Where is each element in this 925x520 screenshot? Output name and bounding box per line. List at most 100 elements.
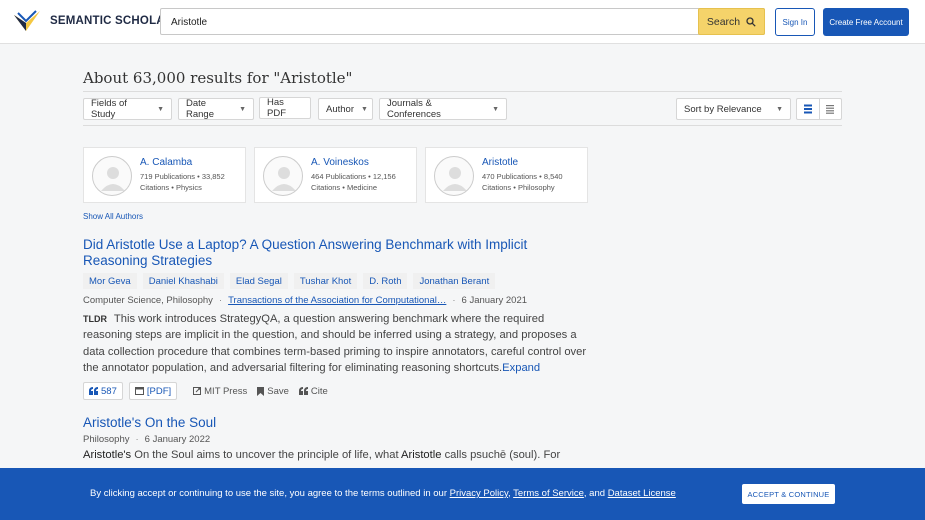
- chevron-down-icon: ▼: [157, 105, 164, 113]
- filter-bar: Fields of Study ▼ Date Range ▼ Has PDF Aut…: [83, 91, 842, 126]
- author-stats: 719 Publications • 33,852 Citations • Ph…: [140, 171, 240, 193]
- external-link-icon: [193, 387, 202, 395]
- logo-mark-icon: [12, 9, 42, 33]
- paper-venue-link[interactable]: Transactions of the Association for Comp…: [228, 295, 446, 306]
- author-stats-line: Citations • Philosophy: [482, 183, 555, 192]
- author-stats-line: Citations • Medicine: [311, 183, 377, 192]
- dataset-license-link[interactable]: Dataset License: [608, 488, 676, 499]
- fields-of-study-filter[interactable]: Fields of Study ▼: [83, 98, 172, 120]
- author-card[interactable]: A. Voineskos 464 Publications • 12,156 C…: [254, 147, 417, 203]
- date-range-label: Date Range: [186, 98, 214, 120]
- expanded-view-button[interactable]: [797, 99, 819, 119]
- paper-title[interactable]: Did Aristotle Use a Laptop? A Question A…: [83, 237, 583, 269]
- separator: ·: [135, 434, 139, 445]
- citations-button[interactable]: 587: [83, 382, 123, 400]
- expand-link[interactable]: Expand: [502, 362, 540, 374]
- tldr-label: TLDR: [83, 314, 107, 324]
- expanded-list-icon: [803, 104, 812, 114]
- cookie-text: By clicking accept or continuing to use …: [90, 488, 676, 499]
- compact-view-button[interactable]: [818, 99, 841, 119]
- paper-meta: Computer Science, Philosophy · Transacti…: [83, 295, 527, 306]
- author-chip[interactable]: Tushar Khot: [293, 273, 358, 289]
- author-card[interactable]: A. Calamba 719 Publications • 33,852 Cit…: [83, 147, 246, 203]
- paper-fields: Computer Science, Philosophy: [83, 295, 213, 306]
- paper-meta: Philosophy · 6 January 2022: [83, 434, 210, 445]
- author-stats: 470 Publications • 8,540 Citations • Phi…: [482, 171, 582, 193]
- cite-label: Cite: [310, 385, 328, 397]
- citations-count: 587: [101, 385, 117, 397]
- cite-button[interactable]: Cite: [298, 385, 328, 397]
- author-stats-line: 464 Publications • 12,156: [311, 172, 396, 181]
- chevron-down-icon: ▼: [492, 105, 499, 113]
- privacy-policy-link[interactable]: Privacy Policy: [450, 488, 508, 499]
- paper-actions: 587 [PDF] MIT Press Save Cite: [83, 382, 328, 400]
- search-button[interactable]: Search: [698, 8, 765, 35]
- author-avatar-icon: [263, 156, 303, 196]
- semantic-scholar-logo[interactable]: SEMANTIC SCHOLAR: [12, 9, 173, 33]
- journals-conferences-filter[interactable]: Journals & Conferences ▼: [379, 98, 507, 120]
- terms-of-service-link[interactable]: Terms of Service: [513, 488, 584, 499]
- create-account-button[interactable]: Create Free Account: [823, 8, 909, 36]
- sort-label: Sort by Relevance: [684, 103, 762, 115]
- author-chip[interactable]: Daniel Khashabi: [142, 273, 224, 289]
- sort-select[interactable]: Sort by Relevance ▼: [676, 98, 791, 120]
- author-card[interactable]: Aristotle 470 Publications • 8,540 Citat…: [425, 147, 588, 203]
- search-input[interactable]: [171, 14, 691, 31]
- journals-conferences-label: Journals & Conferences: [387, 98, 441, 120]
- results-count-title: About 63,000 results for "Aristotle": [83, 69, 353, 87]
- paper-title[interactable]: Aristotle's On the Soul: [83, 415, 583, 431]
- author-chip[interactable]: Jonathan Berant: [413, 273, 496, 289]
- author-chip[interactable]: D. Roth: [363, 273, 408, 289]
- save-button[interactable]: Save: [257, 386, 289, 397]
- has-pdf-label: Has PDF: [267, 97, 286, 119]
- chevron-down-icon: ▼: [361, 105, 368, 113]
- pdf-label: [PDF]: [146, 385, 172, 397]
- separator: ·: [218, 295, 223, 306]
- quote-icon: [89, 387, 98, 395]
- abstract-text: calls psuchē (soul). For: [441, 449, 561, 461]
- chevron-down-icon: ▼: [776, 105, 783, 113]
- sign-in-button[interactable]: Sign In: [775, 8, 815, 36]
- abstract-highlight: Aristotle: [401, 449, 442, 461]
- author-name[interactable]: A. Calamba: [140, 157, 192, 168]
- abstract-highlight: Aristotle's: [83, 449, 132, 461]
- show-all-authors-link[interactable]: Show All Authors: [83, 212, 143, 221]
- quote-icon: [298, 387, 308, 395]
- author-stats-line: 470 Publications • 8,540: [482, 172, 563, 181]
- pdf-button[interactable]: [PDF]: [128, 382, 178, 400]
- author-stats-line: Citations • Physics: [140, 183, 202, 192]
- search-bar: Search: [160, 8, 765, 35]
- author-stats: 464 Publications • 12,156 Citations • Me…: [311, 171, 411, 193]
- paper-abstract: Aristotle's On the Soul aims to uncover …: [83, 448, 588, 462]
- search-button-label: Search: [706, 15, 741, 28]
- paper-date: 6 January 2022: [144, 434, 211, 445]
- author-stats-line: 719 Publications • 33,852: [140, 172, 225, 181]
- abstract-text: On the Soul aims to uncover the principl…: [131, 449, 402, 461]
- has-pdf-filter[interactable]: Has PDF: [259, 97, 311, 119]
- author-name[interactable]: Aristotle: [482, 157, 518, 168]
- pdf-icon: [134, 387, 144, 395]
- paper-authors: Mor Geva Daniel Khashabi Elad Segal Tush…: [83, 273, 501, 289]
- paper-date: 6 January 2021: [461, 295, 528, 306]
- author-filter-label: Author: [326, 103, 354, 115]
- accept-continue-button[interactable]: ACCEPT & CONTINUE: [742, 484, 835, 504]
- compact-list-icon: [826, 105, 835, 114]
- top-header: SEMANTIC SCHOLAR Search Sign In Create F…: [0, 0, 925, 44]
- author-chip[interactable]: Elad Segal: [229, 273, 288, 289]
- view-toggle: [796, 98, 842, 120]
- author-avatar-icon: [434, 156, 474, 196]
- separator: ·: [452, 295, 456, 306]
- publisher-label: MIT Press: [204, 385, 248, 397]
- search-icon: [746, 16, 756, 27]
- date-range-filter[interactable]: Date Range ▼: [178, 98, 254, 120]
- cookie-consent-bar: By clicking accept or continuing to use …: [0, 468, 925, 520]
- publisher-link[interactable]: MIT Press: [193, 386, 247, 397]
- author-name[interactable]: A. Voineskos: [311, 157, 369, 168]
- chevron-down-icon: ▼: [239, 105, 246, 113]
- paper-fields: Philosophy: [83, 434, 130, 445]
- author-chip[interactable]: Mor Geva: [83, 273, 137, 289]
- separator: , and: [583, 488, 608, 499]
- fields-of-study-label: Fields of Study: [91, 98, 127, 120]
- cookie-message: By clicking accept or continuing to use …: [90, 488, 450, 499]
- author-filter[interactable]: Author ▼: [318, 98, 373, 120]
